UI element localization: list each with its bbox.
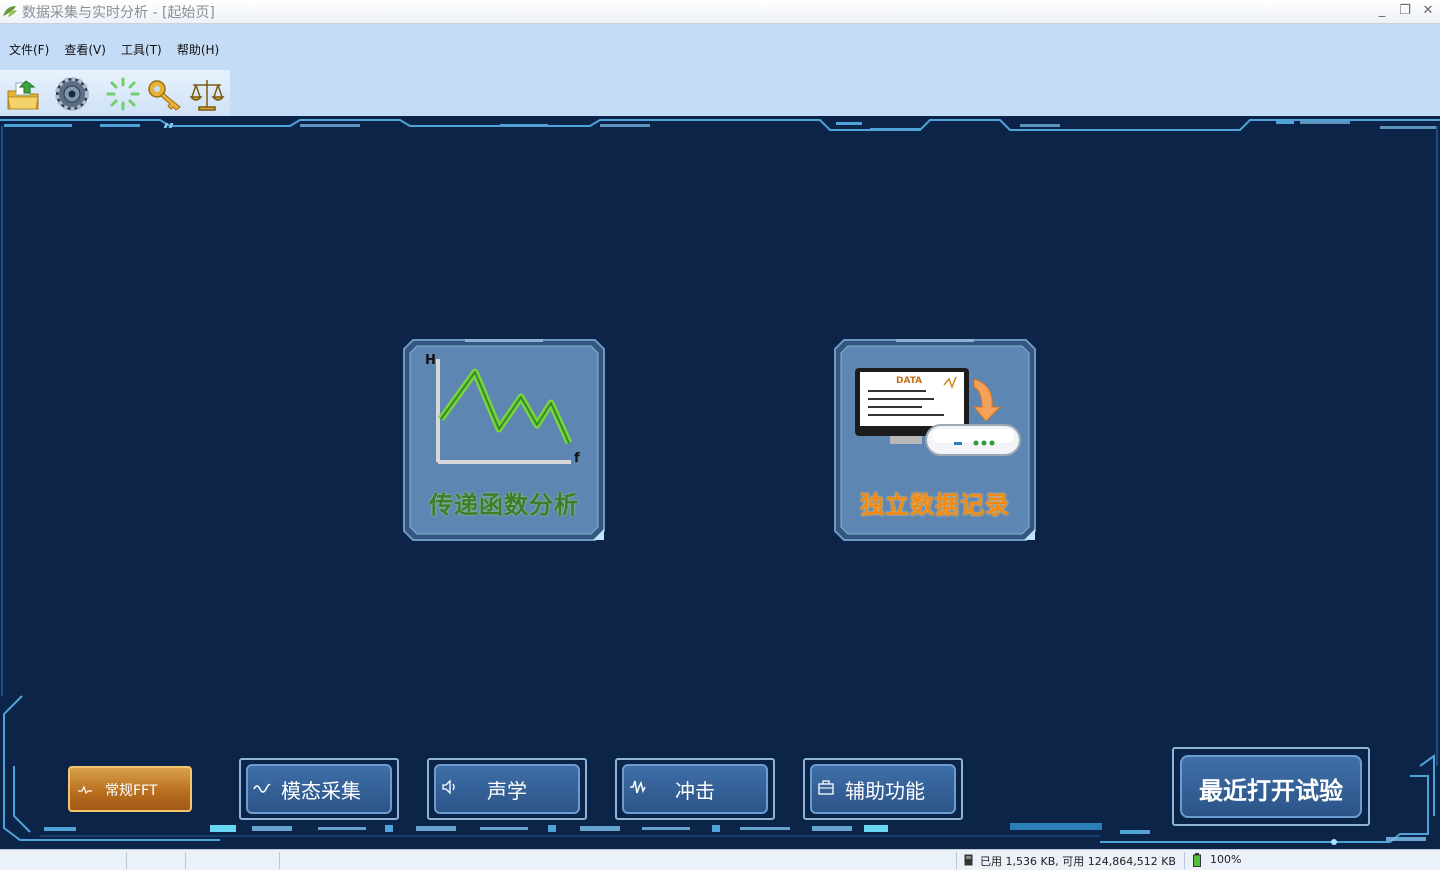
auxiliary-functions-label: 辅助功能 (845, 779, 925, 803)
loading-spinner-icon[interactable] (104, 75, 142, 113)
minimize-button[interactable]: _ (1373, 2, 1391, 20)
speaker-icon (442, 779, 455, 795)
settings-gear-icon[interactable] (53, 75, 91, 113)
acoustics-button[interactable]: 声学 (427, 758, 587, 820)
data-recording-label: 独立数据记录 (860, 491, 1010, 519)
impact-label: 冲击 (675, 779, 715, 803)
transfer-function-label: 传递函数分析 (429, 491, 579, 519)
impact-icon (630, 780, 646, 794)
restore-button[interactable]: ❐ (1396, 2, 1414, 20)
impact-button[interactable]: 冲击 (615, 758, 775, 820)
status-separator (185, 852, 186, 869)
acoustics-label: 声学 (487, 779, 527, 803)
chart-axis-y-label: H (425, 353, 436, 368)
fft-button[interactable]: 常规FFT (68, 766, 192, 812)
status-separator (956, 852, 957, 869)
modal-wave-icon (253, 783, 271, 793)
status-separator (279, 852, 280, 869)
data-recording-tile[interactable]: DATA 独立数据记录 (834, 339, 1036, 541)
app-logo-icon (3, 6, 17, 17)
toolbox-icon (818, 780, 834, 795)
menu-tools[interactable]: 工具(T) (121, 41, 162, 58)
battery-icon (1193, 853, 1201, 867)
window-title: 数据采集与实时分析 - [起始页] (22, 5, 215, 21)
waveform-icon (78, 785, 92, 795)
recent-experiments-label: 最近打开试验 (1199, 777, 1343, 805)
start-page: H f 传递函数分析 DATA 独立数据记录 常规FFT 模态采集 声学 冲击 … (0, 116, 1440, 849)
modal-acquisition-button[interactable]: 模态采集 (239, 758, 399, 820)
transfer-function-tile[interactable]: H f 传递函数分析 (403, 339, 605, 541)
menu-view[interactable]: 查看(V) (64, 41, 106, 58)
app-window: 数据采集与实时分析 - [起始页] _ ❐ ✕ 文件(F) 查看(V) 工具(T… (0, 0, 1440, 870)
auxiliary-functions-button[interactable]: 辅助功能 (803, 758, 963, 820)
status-separator (1184, 852, 1185, 869)
chart-axis-x-label: f (574, 451, 580, 466)
data-screen-label: DATA (896, 376, 923, 386)
battery-status: 100% (1210, 853, 1242, 866)
tech-frame-decoration (0, 119, 1440, 845)
memory-icon (964, 854, 973, 866)
status-separator (126, 852, 127, 869)
modal-acquisition-label: 模态采集 (281, 779, 361, 803)
fft-button-label: 常规FFT (105, 783, 158, 799)
recent-experiments-button[interactable]: 最近打开试验 (1172, 747, 1370, 826)
status-bar: 已用 1,536 KB, 可用 124,864,512 KB 100% (0, 849, 1440, 870)
menu-bar: 文件(F) 查看(V) 工具(T) 帮助(H) (4, 39, 224, 57)
menu-file[interactable]: 文件(F) (9, 41, 49, 58)
menu-toolbar-area: 文件(F) 查看(V) 工具(T) 帮助(H) (0, 24, 1440, 116)
open-folder-icon[interactable] (4, 75, 42, 113)
close-button[interactable]: ✕ (1419, 2, 1437, 20)
key-icon[interactable] (146, 75, 184, 113)
toolbar (0, 70, 230, 116)
balance-scale-icon[interactable] (188, 75, 226, 113)
memory-status: 已用 1,536 KB, 可用 124,864,512 KB (980, 855, 1176, 868)
menu-help[interactable]: 帮助(H) (177, 41, 219, 58)
title-bar: 数据采集与实时分析 - [起始页] _ ❐ ✕ (0, 0, 1440, 24)
